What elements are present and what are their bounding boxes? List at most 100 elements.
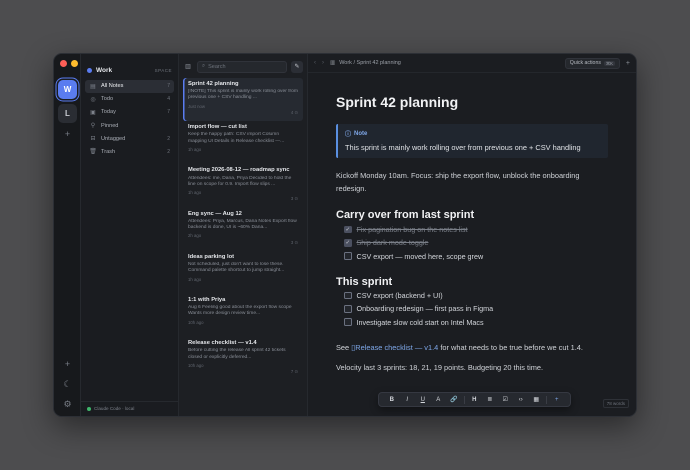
task-checkbox[interactable] bbox=[344, 291, 352, 300]
sidebar-item-untagged[interactable]: ⊟ Untagged 2 bbox=[85, 132, 174, 145]
note-snippet: [!NOTE] This sprint is mainly work rolli… bbox=[188, 89, 298, 101]
task-item: CSV export (backend + UI) bbox=[336, 289, 608, 302]
heading-this-sprint[interactable]: This sprint bbox=[336, 276, 608, 288]
sidebar-item-count: 2 bbox=[167, 148, 170, 155]
new-tab-plus-icon[interactable]: + bbox=[626, 60, 630, 67]
note-title: Meeting 2026-08-12 — roadmap sync bbox=[188, 167, 290, 174]
sidebar-footer-divider bbox=[81, 401, 178, 402]
note-title: Ideas parking lot bbox=[188, 253, 235, 260]
task-text[interactable]: Ship dark mode toggle bbox=[357, 238, 429, 247]
workspace-dot-icon bbox=[87, 68, 92, 73]
note-task-count: 3 ⊙ bbox=[290, 239, 298, 245]
italic-button[interactable]: I bbox=[400, 397, 416, 403]
sidebar-item-count: 2 bbox=[167, 135, 170, 142]
forward-arrow-icon[interactable]: › bbox=[322, 60, 324, 66]
task-text[interactable]: Fix pagination bug on the notes list bbox=[357, 225, 468, 234]
sidebar-item-todo[interactable]: ◎ Todo 4 bbox=[85, 93, 174, 106]
sidebar-item-count: 7 bbox=[167, 109, 170, 116]
release-checklist-link[interactable]: Release checklist — v1.4 bbox=[355, 343, 438, 352]
sidebar-item-label: Pinned bbox=[101, 122, 119, 129]
note-time: 1h ago bbox=[188, 276, 202, 282]
note-list-panel: ▥ ⌕ ✎ Sprint 42 planning [!NOTE] This sp… bbox=[179, 54, 308, 416]
quick-actions-button[interactable]: Quick actions ⌘K bbox=[564, 57, 620, 69]
task-text[interactable]: Onboarding redesign — first pass in Figm… bbox=[357, 304, 494, 313]
task-checkbox[interactable]: ✓ bbox=[344, 225, 352, 234]
callout-header: ⓘ Note bbox=[345, 129, 601, 139]
note-callout[interactable]: ⓘ Note This sprint is mainly work rollin… bbox=[336, 124, 608, 158]
info-icon: ⓘ bbox=[345, 132, 352, 138]
search-input[interactable] bbox=[208, 63, 282, 70]
workspace-avatar-l[interactable]: L bbox=[58, 104, 77, 123]
task-text[interactable]: CSV export — moved here, scope grew bbox=[357, 252, 484, 261]
see-also-paragraph[interactable]: See ▯Release checklist — v1.4 for what n… bbox=[336, 342, 608, 355]
list-item[interactable]: Eng sync — Aug 12 Attendees: Priya, Marc… bbox=[183, 208, 303, 251]
note-title: Eng sync — Aug 12 bbox=[188, 210, 242, 217]
workspace-header[interactable]: Work SPACE bbox=[87, 67, 172, 74]
moon-icon[interactable]: ☾ bbox=[54, 379, 81, 390]
sidebar-item-label: Today bbox=[101, 109, 116, 116]
callout-label: Note bbox=[354, 130, 368, 137]
sidebar-item-today[interactable]: ▣ Today 7 bbox=[85, 106, 174, 119]
note-snippet: Before cutting the release All sprint 42… bbox=[188, 348, 286, 360]
new-note-button[interactable]: ✎ bbox=[291, 60, 303, 73]
note-snippet: Attendees: me, Dana, Priya Decided to ho… bbox=[188, 175, 292, 187]
sidebar-item-label: All Notes bbox=[101, 83, 124, 90]
see-suffix: for what needs to be true before we cut … bbox=[440, 342, 583, 352]
format-toolbar: B I U A 🔗 H ≣ ☑ ‹› ▦ + bbox=[378, 392, 571, 407]
task-checkbox[interactable] bbox=[344, 252, 352, 260]
list-item[interactable]: Sprint 42 planning [!NOTE] This sprint i… bbox=[183, 78, 303, 121]
checklist-button[interactable]: ☑ bbox=[498, 396, 514, 403]
list-item[interactable]: Import flow — cut list Keep the happy pa… bbox=[183, 121, 303, 164]
callout-text: This sprint is mainly work rolling over … bbox=[345, 143, 581, 152]
task-text[interactable]: CSV export (backend + UI) bbox=[357, 291, 443, 300]
heading-carry-over[interactable]: Carry over from last sprint bbox=[336, 209, 608, 221]
list-item[interactable]: Ideas parking lot Not scheduled, just do… bbox=[183, 251, 303, 294]
task-checkbox[interactable]: ✓ bbox=[344, 239, 352, 247]
see-prefix: See bbox=[336, 342, 350, 352]
insert-plus-button[interactable]: + bbox=[549, 397, 565, 403]
sidebar-item-all-notes[interactable]: ▤ All Notes 7 bbox=[85, 80, 174, 93]
minimize-window-button[interactable] bbox=[71, 60, 78, 67]
list-item[interactable]: Meeting 2026-08-12 — roadmap sync Attend… bbox=[183, 164, 303, 207]
link-icon[interactable]: 🔗 bbox=[446, 396, 462, 403]
editor-header: ‹ › ▥ Work / Sprint 42 planning Quick ac… bbox=[308, 54, 636, 73]
table-button[interactable]: ▦ bbox=[529, 396, 545, 403]
settings-gear-icon[interactable]: ⚙ bbox=[54, 399, 81, 410]
panel-icon[interactable]: ▥ bbox=[330, 60, 335, 66]
bold-button[interactable]: B bbox=[384, 397, 400, 403]
search-icon: ⌕ bbox=[202, 63, 206, 69]
task-item: Onboarding redesign — first pass in Figm… bbox=[336, 302, 608, 315]
search-box[interactable]: ⌕ bbox=[197, 60, 287, 73]
task-checkbox[interactable] bbox=[344, 305, 352, 313]
toggle-sidebar-icon[interactable]: ▥ bbox=[183, 63, 193, 70]
app-window: W L + + ☾ ⚙ Work SPACE ▤ All Notes 7 ◎ T… bbox=[53, 53, 637, 417]
add-workspace-icon[interactable]: + bbox=[54, 129, 81, 139]
add-icon[interactable]: + bbox=[54, 359, 81, 369]
velocity-paragraph[interactable]: Velocity last 3 sprints: 18, 21, 19 poin… bbox=[336, 362, 608, 375]
document[interactable]: Sprint 42 planning ⓘ Note This sprint is… bbox=[336, 94, 608, 375]
sidebar-item-trash[interactable]: 🗑 Trash 2 bbox=[85, 145, 174, 158]
code-button[interactable]: ‹› bbox=[513, 397, 529, 403]
note-time: 1h ago bbox=[188, 146, 202, 152]
task-checkbox[interactable] bbox=[344, 318, 352, 326]
task-text[interactable]: Investigate slow cold start on Intel Mac… bbox=[357, 318, 484, 327]
sidebar-nav: ▤ All Notes 7 ◎ Todo 4 ▣ Today 7 ⚲ Pinne… bbox=[85, 80, 174, 159]
back-arrow-icon[interactable]: ‹ bbox=[314, 60, 316, 66]
intro-paragraph[interactable]: Kickoff Monday 10am. Focus: ship the exp… bbox=[336, 170, 608, 195]
note-time: 1h ago bbox=[188, 190, 202, 196]
list-button[interactable]: ≣ bbox=[482, 396, 498, 403]
breadcrumb-path[interactable]: Work / Sprint 42 planning bbox=[339, 60, 401, 66]
close-window-button[interactable] bbox=[60, 60, 67, 67]
sprint-task-list: CSV export (backend + UI) Onboarding red… bbox=[336, 289, 608, 329]
workspace-avatar-work[interactable]: W bbox=[58, 80, 77, 99]
sidebar-item-pinned[interactable]: ⚲ Pinned bbox=[85, 119, 174, 132]
heading-button[interactable]: H bbox=[467, 397, 483, 403]
underline-button[interactable]: U bbox=[415, 397, 431, 403]
note-time: 2h ago bbox=[188, 233, 202, 239]
note-snippet: Not scheduled, just don't want to lose t… bbox=[188, 261, 285, 274]
page-title[interactable]: Sprint 42 planning bbox=[336, 94, 608, 110]
list-item[interactable]: Release checklist — v1.4 Before cutting … bbox=[183, 337, 303, 380]
list-item[interactable]: 1:1 with Priya Aug 6 Feeling good about … bbox=[183, 294, 303, 337]
task-item: ✓ Fix pagination bug on the notes list bbox=[336, 223, 608, 236]
text-color-button[interactable]: A bbox=[431, 397, 447, 403]
